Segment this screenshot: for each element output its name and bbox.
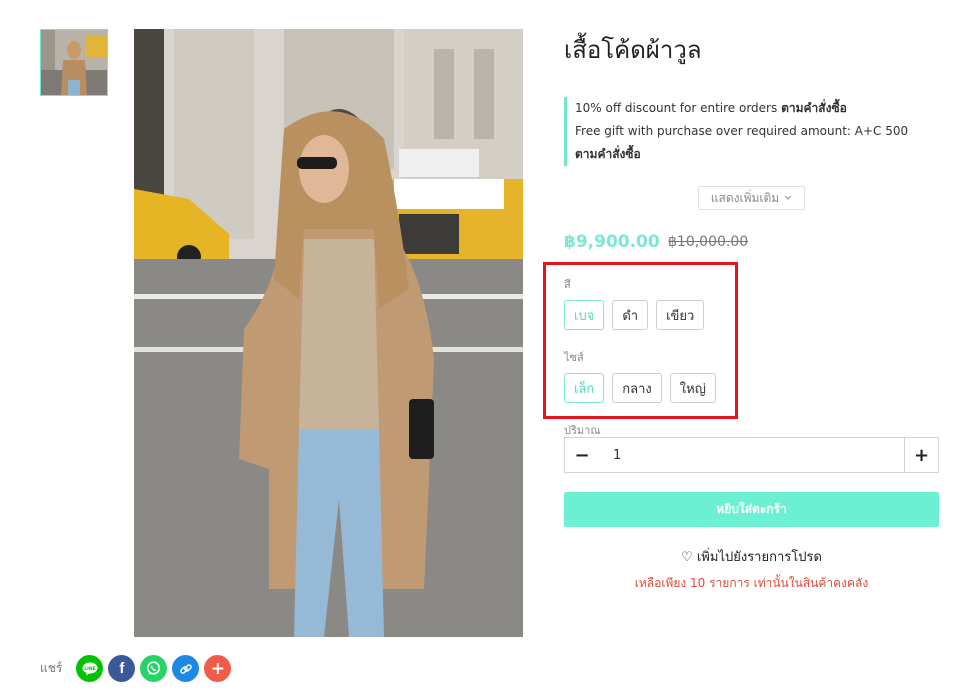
link-icon [180, 663, 192, 674]
promotion-list: 10% off discount for entire orders ตามคำ… [564, 97, 924, 166]
product-thumbnail[interactable] [40, 29, 108, 96]
quantity-increase-button[interactable]: + [904, 438, 938, 472]
color-option-black[interactable]: ดำ [612, 300, 649, 330]
color-option-beige[interactable]: เบจ [564, 300, 605, 330]
size-option-group: เล็ก กลาง ใหญ่ [564, 373, 716, 403]
svg-text:LINE: LINE [84, 666, 95, 672]
size-option-medium[interactable]: กลาง [612, 373, 662, 403]
product-main-photo [134, 29, 523, 637]
show-more-button[interactable]: แสดงเพิ่มเติม [698, 186, 805, 210]
plus-icon: + [210, 658, 225, 679]
promotion-item: Free gift with purchase over required am… [575, 120, 924, 166]
color-option-group: เบจ ดำ เขียว [564, 300, 705, 330]
facebook-icon: f [119, 660, 125, 677]
color-option-green[interactable]: เขียว [656, 300, 705, 330]
stock-notice: เหลือเพียง 10 รายการ เท่านั้นในสินค้าคงค… [634, 576, 869, 590]
color-option-label: สี [564, 278, 571, 291]
promotion-link[interactable]: ตามคำสั่งซื้อ [575, 147, 641, 161]
product-title: เสื้อโค้ดผ้าวูล [564, 36, 702, 64]
share-bar: แชร์ LINE f + [40, 655, 236, 682]
original-price: ฿10,000.00 [668, 234, 749, 250]
promotion-item: 10% off discount for entire orders ตามคำ… [575, 97, 924, 120]
size-option-large[interactable]: ใหญ่ [669, 373, 716, 403]
promotion-link[interactable]: ตามคำสั่งซื้อ [781, 101, 847, 115]
current-price: ฿9,900.00 [564, 232, 660, 252]
chevron-down-icon [784, 195, 792, 200]
add-to-wishlist-link[interactable]: ♡ เพิ่มไปยังรายการโปรด [564, 546, 939, 567]
line-share-button[interactable]: LINE [76, 655, 104, 682]
add-to-cart-button[interactable]: หยิบใส่ตะกร้า [564, 492, 939, 527]
whatsapp-icon [147, 661, 161, 675]
size-option-label: ไซส์ [564, 351, 584, 364]
quantity-input[interactable]: 1 [599, 438, 904, 472]
copy-link-button[interactable] [172, 655, 200, 682]
promotion-text: 10% off discount for entire orders [575, 101, 782, 115]
share-label: แชร์ [40, 661, 63, 675]
show-more-label: แสดงเพิ่มเติม [710, 190, 780, 205]
more-share-button[interactable]: + [204, 655, 232, 682]
quantity-stepper: − 1 + [564, 437, 939, 473]
quantity-decrease-button[interactable]: − [565, 438, 599, 472]
line-icon: LINE [82, 662, 98, 675]
whatsapp-share-button[interactable] [140, 655, 168, 682]
facebook-share-button[interactable]: f [108, 655, 136, 682]
size-option-small[interactable]: เล็ก [564, 373, 605, 403]
promotion-text: Free gift with purchase over required am… [575, 124, 909, 138]
